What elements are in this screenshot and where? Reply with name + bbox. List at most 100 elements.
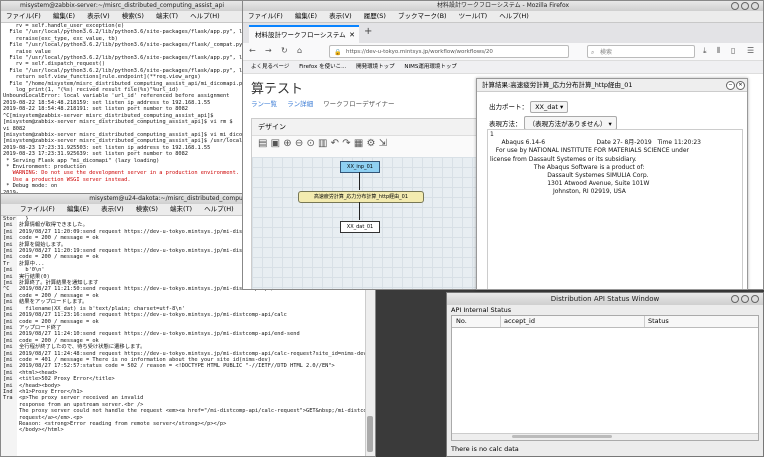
ff-menu-tools[interactable]: ツール(T) (459, 12, 488, 20)
status-window[interactable]: Distribution API Status Window API Inter… (446, 292, 764, 457)
terminal-output[interactable]: rv = self.handle_user_exception(e) File … (1, 23, 243, 196)
output-port-select[interactable]: XX_dat ▾ (530, 101, 569, 113)
column-status[interactable]: Status (648, 316, 669, 327)
minimize-icon[interactable] (731, 295, 739, 303)
bookmark-most-visited[interactable]: よく見るページ (251, 64, 289, 70)
back-icon[interactable]: ← (249, 46, 256, 55)
settings-icon[interactable]: ⚙ (366, 138, 375, 149)
ff-menu-history[interactable]: 履歴(S) (364, 12, 386, 20)
bookmark-firefox[interactable]: Firefox を使いこ... (299, 64, 346, 70)
firefox-titlebar[interactable]: 材料設計ワークフローシステム - Mozilla Firefox (243, 1, 763, 11)
output-port-row: 出力ポート： XX_dat ▾ (489, 101, 569, 113)
tab-workflow-designer[interactable]: ワークフローデザイナー (323, 100, 394, 108)
ff-menu-help[interactable]: ヘルプ(H) (499, 12, 528, 20)
terminal-titlebar[interactable]: misystem@zabbix-server:~/misrc_distribut… (1, 1, 243, 11)
download-icon[interactable]: ⤓ (703, 46, 707, 56)
page-icon[interactable]: ▤ (258, 138, 267, 149)
tab-close-icon[interactable]: ✕ (349, 27, 355, 43)
scrollbar-thumb[interactable] (367, 416, 373, 452)
terminal-line: Abaqus 6.14-6 Date 27- 8月-2019 Time 11:2… (490, 139, 701, 147)
bookmark-dev-top[interactable]: 開発環境トップ (356, 64, 395, 70)
hamburger-menu-icon[interactable]: ☰ (747, 46, 754, 55)
result-content[interactable]: 1 Abaqus 6.14-6 Date 27- 8月-2019 Time 11… (487, 129, 743, 289)
ff-menu-file[interactable]: ファイル(F) (248, 12, 283, 20)
workflow-node-input[interactable]: XX_inp_01 (340, 161, 380, 173)
tab-strip: 材料設計ワークフローシステム ✕ + (243, 23, 763, 43)
terminal-line: For use by NATIONAL INSTITUTE FOR MATERI… (490, 147, 689, 155)
menu-edit[interactable]: 編集(E) (53, 12, 75, 20)
browser-tab[interactable]: 材料設計ワークフローシステム ✕ (249, 25, 359, 43)
output-port-label: 出力ポート： (489, 103, 528, 111)
dialog-header: 計算結果:高速疲労計算_応力分布計算_http経由_01 − ✕ (477, 79, 747, 92)
maximize-icon[interactable] (741, 295, 749, 303)
bookmark-nims-top[interactable]: NIMS運用環境トップ (404, 64, 456, 70)
designer-canvas[interactable]: XX_inp_01 高速疲労計算_応力分布計算_http経由_01 XX_dat… (252, 157, 476, 289)
tab-run-list[interactable]: ラン一覧 (251, 100, 277, 108)
menu-view[interactable]: 表示(V) (101, 205, 124, 213)
terminal-window-zabbix[interactable]: misystem@zabbix-server:~/misrc_distribut… (0, 0, 244, 197)
menu-search[interactable]: 検索(S) (122, 12, 144, 20)
menu-help[interactable]: ヘルプ(H) (190, 12, 219, 20)
terminal-line: 2019/08/27 11:24:48:send request https:/… (19, 350, 367, 357)
menu-view[interactable]: 表示(V) (87, 12, 110, 20)
page-title: 算テスト (251, 82, 304, 97)
navigation-toolbar: ← → ↻ ⌂ 🔒 https://dev-u-tokyo.mintsys.jp… (243, 43, 763, 61)
undo-icon[interactable]: ↶ (331, 138, 339, 149)
minimize-icon[interactable] (731, 2, 739, 10)
menu-terminal[interactable]: 端末(T) (156, 12, 178, 20)
zoom-fit-icon[interactable]: ⊙ (306, 138, 314, 149)
dialog-title: 計算結果:高速疲労計算_応力分布計算_http経由_01 (482, 81, 633, 89)
new-tab-icon[interactable]: + (364, 26, 372, 37)
export-icon[interactable]: ⇲ (379, 138, 387, 149)
maximize-icon[interactable] (741, 2, 749, 10)
collapse-icon[interactable]: − (726, 81, 735, 90)
terminal-line: File "/usr/local/python3.6.2/lib/python3… (3, 29, 243, 36)
reload-icon[interactable]: ↻ (281, 46, 288, 55)
close-icon[interactable] (751, 2, 759, 10)
terminal-line: [misystem@zabbix-server misrc_distribute… (3, 138, 243, 145)
terminal-line: </body></html> (19, 427, 64, 434)
url-text: https://dev-u-tokyo.mintsys.jp/workflow/… (346, 49, 493, 55)
ff-menu-edit[interactable]: 編集(E) (295, 12, 317, 20)
menu-search[interactable]: 検索(S) (136, 205, 158, 213)
scrollbar-thumb[interactable] (512, 435, 612, 438)
workflow-node-output[interactable]: XX_dat_01 (340, 221, 380, 233)
lock-icon: 🔒 (334, 49, 342, 56)
column-accept-id[interactable]: accept_id (504, 316, 535, 327)
terminal-line: The proxy server could not handle the re… (19, 408, 367, 415)
designer-toolbar: ▤ ▣ ⊕ ⊖ ⊙ ▥ ↶ ↷ ▦ ⚙ ⇲ (252, 136, 476, 159)
sidebar-icon[interactable]: ▯ (731, 46, 735, 55)
column-no[interactable]: No. (456, 316, 467, 327)
menu-edit[interactable]: 編集(E) (67, 205, 89, 213)
menu-terminal[interactable]: 端末(T) (170, 205, 192, 213)
status-titlebar[interactable]: Distribution API Status Window (447, 293, 763, 305)
ff-menu-bookmarks[interactable]: ブックマーク(B) (398, 12, 447, 20)
search-input[interactable]: ⌕ 検索 (587, 45, 695, 58)
status-table: No. accept_id Status (451, 315, 759, 441)
library-icon[interactable]: ⫴ (717, 46, 720, 56)
forward-icon[interactable]: → (265, 46, 272, 55)
terminal-line: 2019/08/27 17:52:57:status code = 502 / … (19, 363, 335, 370)
horizontal-scrollbar[interactable] (452, 433, 758, 440)
home-icon[interactable]: ⌂ (297, 46, 302, 55)
tab-run-detail[interactable]: ラン詳細 (287, 100, 313, 108)
delete-icon[interactable]: ▥ (318, 138, 327, 149)
menu-file[interactable]: ファイル(F) (20, 205, 55, 213)
search-placeholder: 検索 (600, 49, 613, 56)
workflow-node-process[interactable]: 高速疲労計算_応力分布計算_http経由_01 (298, 191, 424, 203)
close-icon[interactable] (751, 295, 759, 303)
zoom-out-icon[interactable]: ⊖ (295, 138, 303, 149)
dialog-close-icon[interactable]: ✕ (736, 81, 745, 90)
redo-icon[interactable]: ↷ (342, 138, 350, 149)
ff-menu-view[interactable]: 表示(V) (329, 12, 352, 20)
url-bar[interactable]: 🔒 https://dev-u-tokyo.mintsys.jp/workflo… (329, 45, 569, 58)
save-icon[interactable]: ▣ (271, 138, 280, 149)
zoom-in-icon[interactable]: ⊕ (283, 138, 291, 149)
menu-help[interactable]: ヘルプ(H) (204, 205, 233, 213)
display-method-select[interactable]: （表現方法がありません） ▾ (523, 116, 617, 130)
layout-icon[interactable]: ▦ (354, 138, 363, 149)
terminal-line: 1301 Atwood Avenue, Suite 101W (490, 180, 650, 188)
terminal-line: Dassault Systemes SIMULIA Corp. (490, 172, 649, 180)
calc-result-dialog[interactable]: 計算結果:高速疲労計算_応力分布計算_http経由_01 − ✕ 出力ポート： … (476, 78, 748, 290)
menu-file[interactable]: ファイル(F) (6, 12, 41, 20)
